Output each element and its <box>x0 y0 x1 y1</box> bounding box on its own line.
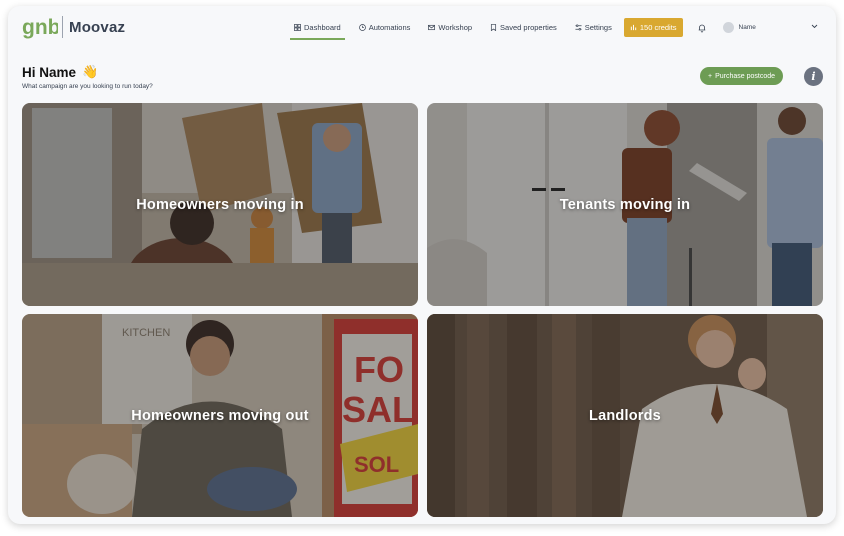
mail-icon <box>428 24 436 31</box>
credits-label: 150 credits <box>639 23 677 32</box>
campaign-card-homeowners-moving-in[interactable]: Homeowners moving in <box>22 103 418 306</box>
user-menu[interactable]: Name <box>722 22 756 33</box>
nav-label: Workshop <box>438 23 473 32</box>
purchase-postcode-button[interactable]: + Purchase postcode <box>700 67 784 85</box>
credits-badge[interactable]: 150 credits <box>623 18 683 37</box>
nav-item-saved-properties[interactable]: Saved properties <box>486 20 561 35</box>
svg-text:gnb: gnb <box>22 16 58 39</box>
waving-hand-icon: 👋 <box>82 64 99 79</box>
nav-label: Dashboard <box>304 23 341 32</box>
purchase-postcode-label: Purchase postcode <box>715 72 776 80</box>
clock-icon <box>358 24 366 31</box>
nav-item-workshop[interactable]: Workshop <box>424 20 476 35</box>
campaign-card-label: Landlords <box>589 407 661 424</box>
avatar <box>722 22 734 33</box>
user-name: Name <box>738 24 756 31</box>
nav-item-settings[interactable]: Settings <box>571 20 616 35</box>
sliders-icon <box>575 24 582 31</box>
brand-logo[interactable]: gnb Moovaz <box>22 14 125 40</box>
campaign-card-label: Tenants moving in <box>559 196 691 213</box>
campaign-card-tenants-moving-in[interactable]: Tenants moving in <box>427 103 823 306</box>
nav-label: Automations <box>368 23 411 32</box>
bookmark-icon <box>491 24 497 31</box>
logo-divider <box>62 16 63 38</box>
logo-mark-icon: gnb <box>22 16 58 39</box>
greeting-title: Hi Name 👋 <box>22 64 98 80</box>
nav-item-dashboard[interactable]: Dashboard <box>290 20 345 40</box>
grid-icon <box>294 24 301 31</box>
campaign-card-label: Homeowners moving in <box>136 196 304 213</box>
nav-label: Saved properties <box>500 23 557 32</box>
top-navigation-bar: gnb Moovaz Dashboard Automations Worksho… <box>8 6 836 46</box>
campaign-card-homeowners-moving-out[interactable]: KITCHEN FO SAL SOL Homeowners moving out <box>22 314 418 517</box>
plus-icon: + <box>708 72 713 80</box>
app-window: gnb Moovaz Dashboard Automations Worksho… <box>8 6 836 524</box>
info-button[interactable]: i <box>804 67 823 86</box>
nav-label: Settings <box>584 23 612 32</box>
bell-icon[interactable] <box>697 23 707 33</box>
chevron-down-icon[interactable] <box>811 23 818 29</box>
nav-item-automations[interactable]: Automations <box>355 20 415 35</box>
campaign-card-landlords[interactable]: Landlords <box>427 314 823 517</box>
greeting-subtitle: What campaign are you looking to run tod… <box>22 83 153 90</box>
campaign-card-label: Homeowners moving out <box>131 407 309 424</box>
bar-chart-icon <box>630 24 637 31</box>
greeting-text: Hi Name <box>22 64 77 80</box>
brand-name: Moovaz <box>69 18 126 36</box>
main-nav: Dashboard Automations Workshop Saved pro… <box>290 18 756 40</box>
